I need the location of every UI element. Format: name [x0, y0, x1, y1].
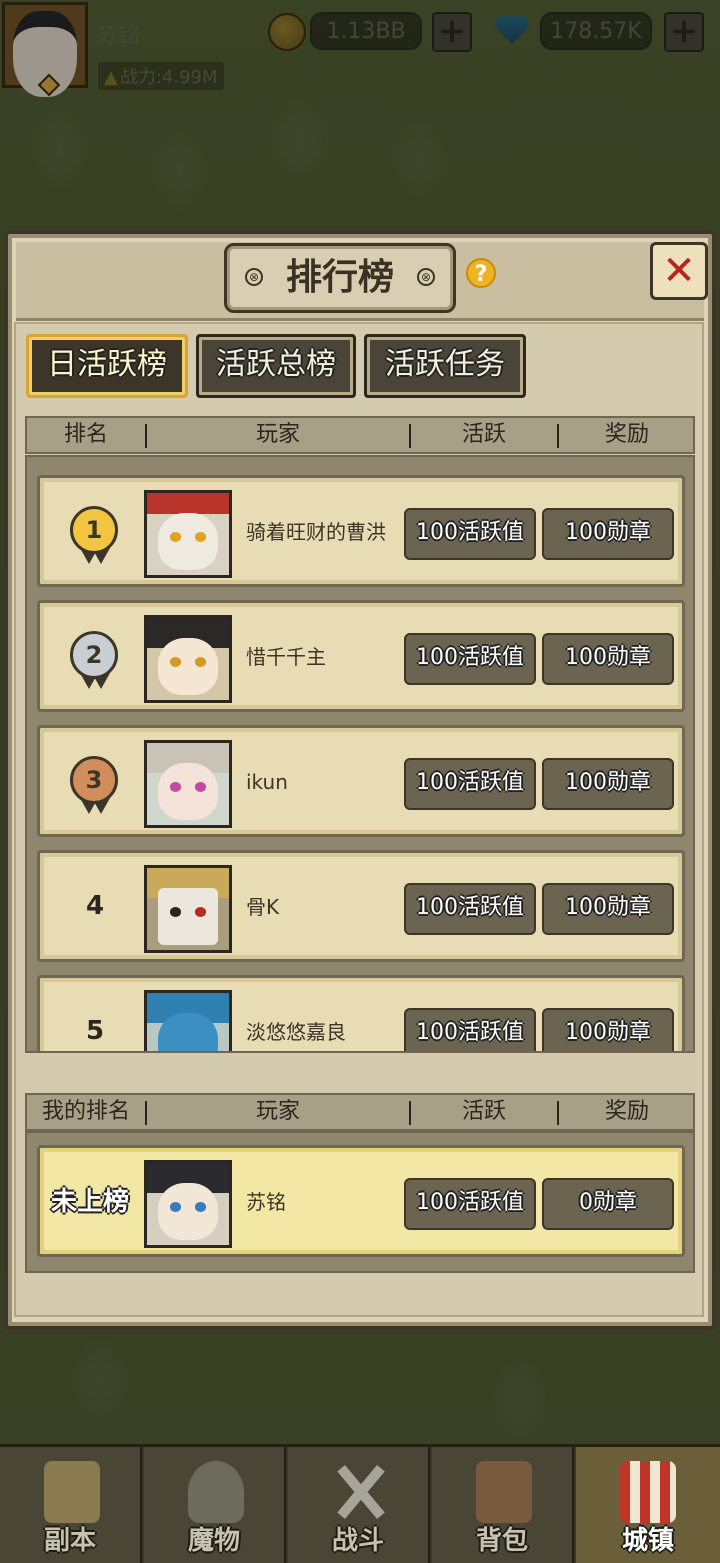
- town-icon: [620, 1461, 676, 1523]
- nav-backpack[interactable]: 背包: [432, 1447, 574, 1563]
- my-portrait[interactable]: [144, 1160, 232, 1248]
- ranking-row[interactable]: 3 ikun 100活跃值 100勋章: [37, 725, 685, 837]
- activity-value: 100活跃值: [404, 633, 536, 685]
- nav-battle[interactable]: 战斗: [288, 1447, 430, 1563]
- col-player: 玩家: [255, 422, 300, 447]
- activity-value: 100活跃值: [404, 508, 536, 560]
- my-rank-status: 未上榜: [50, 1187, 129, 1217]
- activity-value: 100活跃值: [404, 883, 536, 935]
- nav-dungeon[interactable]: 副本: [0, 1447, 142, 1563]
- my-rank-row[interactable]: 未上榜 苏铭 100活跃值 0勋章: [37, 1145, 685, 1257]
- bronze-medal-icon: 3: [70, 756, 118, 804]
- nav-label: 背包: [475, 1526, 528, 1556]
- reward-value: 100勋章: [542, 883, 674, 935]
- tab-total-activity[interactable]: 活跃总榜: [196, 334, 356, 398]
- bottom-navigation: 副本 魔物 战斗 背包 城镇: [0, 1444, 720, 1563]
- silver-medal-icon: 2: [70, 631, 118, 679]
- help-icon[interactable]: ?: [466, 258, 496, 288]
- player-portrait[interactable]: [144, 990, 232, 1051]
- player-name: ikun: [246, 770, 288, 794]
- bolt-icon: ⊗: [417, 268, 435, 286]
- my-rank-header: 我的排名 玩家 活跃 奖励: [25, 1093, 695, 1131]
- map-icon: [44, 1461, 100, 1523]
- title-plate: ⊗ 排行榜 ⊗: [224, 243, 456, 313]
- my-rank-box: 未上榜 苏铭 100活跃值 0勋章: [25, 1131, 695, 1273]
- monster-icon: [188, 1461, 244, 1523]
- gold-medal-icon: 1: [70, 506, 118, 554]
- activity-value: 100活跃值: [404, 1008, 536, 1051]
- nav-label: 城镇: [621, 1526, 674, 1556]
- col-activity: 活跃: [461, 422, 506, 447]
- activity-value: 100活跃值: [404, 758, 536, 810]
- nav-monster[interactable]: 魔物: [144, 1447, 286, 1563]
- reward-value: 100勋章: [542, 1008, 674, 1051]
- rank-number: 5: [85, 1016, 105, 1046]
- tab-daily-activity[interactable]: 日活跃榜: [26, 334, 188, 398]
- col-activity: 活跃: [461, 1099, 506, 1124]
- player-portrait[interactable]: [144, 740, 232, 828]
- col-player: 玩家: [255, 1099, 300, 1124]
- my-name: 苏铭: [246, 1190, 286, 1214]
- player-portrait[interactable]: [144, 490, 232, 578]
- column-header: 排名 玩家 活跃 奖励: [25, 416, 695, 454]
- reward-value: 100勋章: [542, 508, 674, 560]
- col-reward: 奖励: [604, 422, 649, 447]
- player-name: 惜千千主: [246, 645, 326, 669]
- player-portrait[interactable]: [144, 865, 232, 953]
- nav-label: 副本: [43, 1526, 96, 1556]
- col-my-rank: 我的排名: [41, 1099, 130, 1124]
- tab-activity-tasks[interactable]: 活跃任务: [364, 334, 526, 398]
- reward-value: 100勋章: [542, 633, 674, 685]
- backpack-icon: [476, 1461, 532, 1523]
- ranking-row[interactable]: 1 骑着旺财的曹洪 100活跃值 100勋章: [37, 475, 685, 587]
- my-activity-value: 100活跃值: [404, 1178, 536, 1230]
- reward-value: 100勋章: [542, 758, 674, 810]
- close-button[interactable]: ✕: [650, 242, 708, 300]
- ranking-list[interactable]: 1 骑着旺财的曹洪 100活跃值 100勋章 2 惜千千主 100活跃值 100…: [25, 455, 695, 1053]
- ranking-row[interactable]: 5 淡悠悠嘉良 100活跃值 100勋章: [37, 975, 685, 1051]
- crossed-swords-icon: [332, 1461, 388, 1523]
- my-reward-value: 0勋章: [542, 1178, 674, 1230]
- ranking-row[interactable]: 2 惜千千主 100活跃值 100勋章: [37, 600, 685, 712]
- player-portrait[interactable]: [144, 615, 232, 703]
- ranking-row[interactable]: 4 骨K 100活跃值 100勋章: [37, 850, 685, 962]
- nav-label: 魔物: [187, 1526, 240, 1556]
- player-name: 骑着旺财的曹洪: [246, 520, 386, 544]
- col-rank: 排名: [63, 422, 108, 447]
- player-name: 骨K: [246, 895, 280, 919]
- rank-number: 4: [85, 891, 105, 921]
- nav-label: 战斗: [331, 1526, 384, 1556]
- col-reward: 奖励: [604, 1099, 649, 1124]
- player-name: 淡悠悠嘉良: [246, 1020, 346, 1044]
- nav-town[interactable]: 城镇: [576, 1447, 720, 1563]
